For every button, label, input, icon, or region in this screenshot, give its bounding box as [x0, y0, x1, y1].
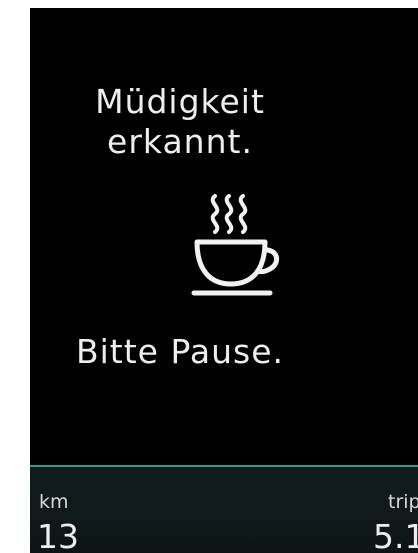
km-label: km [39, 491, 69, 513]
steam-wisp-left [210, 194, 220, 234]
instrument-display: Müdigkeit erkannt. Bitte Pause. km 13 tr… [30, 8, 418, 553]
trip-value: 5.1 [373, 517, 418, 553]
km-value: 13 [37, 517, 79, 553]
trip-info-bar: km 13 trip 5.1 [30, 465, 418, 553]
screenshot-stage: Müdigkeit erkannt. Bitte Pause. km 13 tr… [0, 0, 418, 553]
cup-body [194, 239, 268, 287]
fatigue-title-line2: erkannt. [107, 122, 253, 161]
trip-label: trip [388, 491, 418, 513]
pause-instruction: Bitte Pause. [75, 332, 285, 371]
bar-divider-line [30, 465, 418, 467]
coffee-cup-steam-icon [191, 194, 280, 296]
steam-wisp-middle [224, 194, 234, 234]
fatigue-title-line1: Müdigkeit [95, 82, 265, 121]
steam-wisp-right [238, 194, 248, 234]
